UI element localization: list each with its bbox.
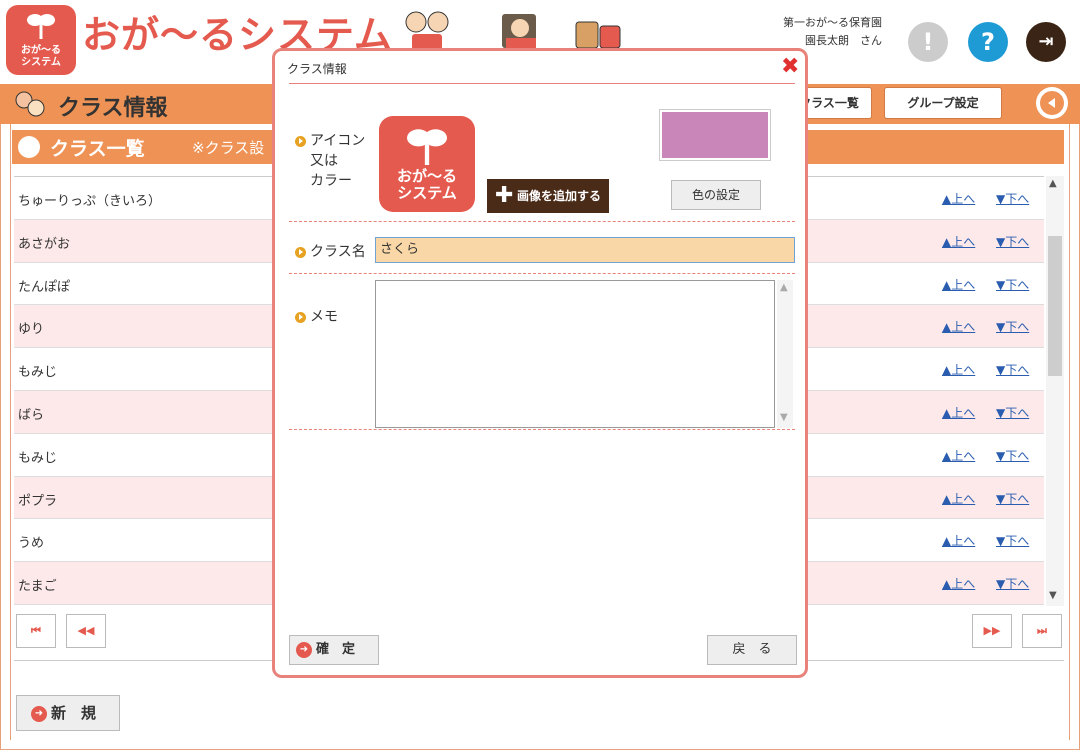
class-name-label: クラス名	[295, 242, 366, 262]
move-down-link[interactable]: ▼下へ	[996, 233, 1029, 250]
class-name: あさがお	[18, 236, 71, 252]
logo-text-line1: おが〜る	[396, 167, 457, 185]
plus-icon: ✚	[495, 183, 514, 208]
class-name: ちゅーりっぷ（きいろ）	[18, 194, 162, 209]
color-swatch-fill	[662, 112, 768, 158]
app-logo[interactable]: おが〜る システム	[6, 5, 76, 75]
move-down-link[interactable]: ▼下へ	[996, 276, 1029, 293]
move-down-link[interactable]: ▼下へ	[996, 361, 1029, 378]
dialog-title-divider	[289, 83, 795, 84]
memo-label: メモ	[295, 307, 338, 327]
alert-icon[interactable]: !	[908, 22, 948, 62]
row-divider	[289, 273, 795, 274]
new-button-label: 新 規	[51, 704, 97, 722]
move-up-link[interactable]: ▲上へ	[942, 318, 975, 335]
org-name: 第一おが〜る保育園	[783, 16, 882, 29]
move-down-link[interactable]: ▼下へ	[996, 447, 1029, 464]
move-up-link[interactable]: ▲上へ	[942, 361, 975, 378]
new-button[interactable]: ➜ 新 規	[16, 695, 120, 731]
class-name: もみじ	[18, 450, 58, 466]
next-page-button[interactable]: ▶▶	[972, 614, 1012, 648]
memo-scrollbar[interactable]: ▲ ▼	[777, 280, 793, 428]
move-down-link[interactable]: ▼下へ	[996, 575, 1029, 592]
add-image-label: 画像を追加する	[517, 189, 602, 203]
list-note: ※クラス設	[192, 139, 265, 157]
dialog-title: クラス情報	[287, 62, 347, 76]
list-scrollbar[interactable]: ▲ ▼	[1046, 176, 1064, 606]
group-setting-button[interactable]: グループ設定	[884, 87, 1002, 119]
color-swatch	[659, 109, 771, 161]
logo-text-line1: おが〜る	[21, 45, 61, 56]
move-up-link[interactable]: ▲上へ	[942, 575, 975, 592]
color-setting-button[interactable]: 色の設定	[671, 180, 761, 210]
move-up-link[interactable]: ▲上へ	[942, 276, 975, 293]
scroll-down-arrow-icon[interactable]: ▼	[1049, 590, 1057, 601]
logo-text-line2: システム	[397, 184, 457, 202]
class-name: ポプラ	[18, 493, 58, 509]
class-name: うめ	[18, 536, 45, 552]
move-down-link[interactable]: ▼下へ	[996, 490, 1029, 507]
logout-icon[interactable]: ⇥	[1026, 22, 1066, 62]
arrow-right-icon: ➜	[296, 641, 312, 658]
toys-illustration	[575, 21, 621, 49]
back-arrow-icon	[1040, 91, 1064, 115]
sprout-icon	[407, 129, 447, 165]
class-name: ゆり	[18, 322, 45, 338]
prev-page-button[interactable]: ◀◀	[66, 614, 106, 648]
scroll-thumb[interactable]	[1048, 236, 1062, 376]
chevron-up-icon[interactable]: ▲	[780, 282, 788, 293]
row-divider	[289, 429, 795, 430]
children-illustration	[405, 11, 449, 50]
move-up-link[interactable]: ▲上へ	[942, 490, 975, 507]
move-down-link[interactable]: ▼下へ	[996, 318, 1029, 335]
move-down-link[interactable]: ▼下へ	[996, 532, 1029, 549]
organization-info: 第一おが〜る保育園 園長太朗 さん	[742, 14, 882, 50]
class-name-label-text: クラス名	[310, 244, 366, 260]
class-info-dialog: クラス情報 ✖ アイコン 又は カラー おが〜る システム ✚ 画像を追加する 色…	[272, 48, 808, 678]
back-nav-button[interactable]	[1036, 87, 1068, 119]
class-name: たんぽぽ	[18, 279, 71, 295]
move-up-link[interactable]: ▲上へ	[942, 233, 975, 250]
icon-or-color-label: アイコン 又は カラー	[295, 131, 365, 191]
arrow-right-icon: ➜	[31, 705, 47, 722]
back-button[interactable]: 戻 る	[707, 635, 797, 665]
chevron-down-icon[interactable]: ▼	[780, 412, 788, 423]
class-animals-icon	[15, 91, 45, 117]
bullet-icon	[295, 311, 306, 323]
memo-textarea[interactable]	[375, 280, 775, 428]
row-divider	[289, 221, 795, 222]
scroll-up-arrow-icon[interactable]: ▲	[1049, 178, 1057, 189]
move-up-link[interactable]: ▲上へ	[942, 447, 975, 464]
move-up-link[interactable]: ▲上へ	[942, 532, 975, 549]
help-icon[interactable]: ?	[968, 22, 1008, 62]
circle-icon	[18, 136, 40, 158]
sprout-icon	[27, 14, 55, 39]
confirm-button[interactable]: ➜ 確 定	[289, 635, 379, 665]
move-up-link[interactable]: ▲上へ	[942, 404, 975, 421]
close-icon[interactable]: ✖	[781, 54, 799, 79]
icon-label-line3: カラー	[310, 173, 352, 189]
move-down-link[interactable]: ▼下へ	[996, 404, 1029, 421]
memo-label-text: メモ	[310, 309, 338, 325]
bullet-icon	[295, 135, 306, 147]
icon-label-line2: 又は	[310, 153, 338, 169]
confirm-label: 確 定	[316, 642, 356, 657]
last-page-button[interactable]: ⏭	[1022, 614, 1062, 648]
move-down-link[interactable]: ▼下へ	[996, 190, 1029, 207]
class-name: ばら	[18, 407, 45, 423]
add-image-button[interactable]: ✚ 画像を追加する	[487, 179, 609, 213]
class-name-input[interactable]: さくら	[375, 237, 795, 263]
list-title: クラス一覧	[50, 138, 145, 160]
bullet-icon	[295, 246, 306, 258]
logo-text-line2: システム	[21, 57, 61, 68]
move-up-link[interactable]: ▲上へ	[942, 190, 975, 207]
page-title: クラス情報	[58, 96, 168, 121]
class-name: たまご	[18, 579, 57, 595]
first-page-button[interactable]: ⏮	[16, 614, 56, 648]
class-icon-preview: おが〜る システム	[379, 116, 475, 212]
class-name: もみじ	[18, 365, 58, 381]
study-illustration	[502, 14, 536, 48]
icon-label-line1: アイコン	[310, 133, 366, 149]
